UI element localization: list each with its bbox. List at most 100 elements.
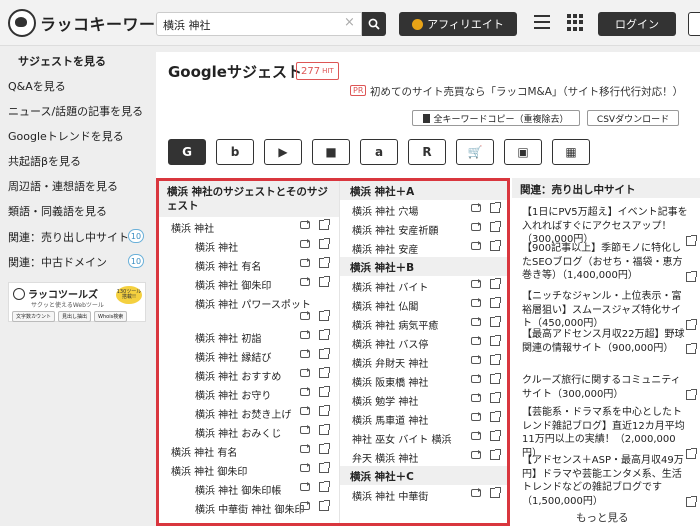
external-link-icon[interactable]: [686, 389, 697, 400]
external-link-icon[interactable]: [319, 386, 330, 398]
sidebar-item-associated[interactable]: 周辺語・連想語を見る: [8, 178, 118, 194]
related-site-link[interactable]: 【1日にPV5万超え】イベント記事を入れればすぐにアクセスアップ！（300,00…: [522, 206, 688, 247]
suggest-keyword[interactable]: 横浜 神社 バス停: [352, 336, 428, 351]
show-more-link[interactable]: もっと見る: [576, 510, 629, 525]
suggest-keyword[interactable]: 横浜 神社 バイト: [352, 279, 428, 294]
external-link-icon[interactable]: [686, 271, 697, 282]
suggest-keyword[interactable]: 横浜 神社 有名: [195, 258, 261, 273]
suggest-keyword[interactable]: 横浜 神社: [195, 239, 238, 254]
sidebar-item-trends[interactable]: Googleトレンドを見る: [8, 128, 124, 144]
sidebar-item-cooccurrence[interactable]: 共起語βを見る: [8, 153, 81, 169]
sidebar-item-qa[interactable]: Q&Aを見る: [8, 78, 66, 94]
external-link-icon[interactable]: [490, 392, 501, 403]
bing-engine-tab[interactable]: b: [216, 139, 254, 165]
suggest-keyword[interactable]: 横浜 神社 御朱印帳: [195, 482, 281, 497]
suggest-keyword[interactable]: 横浜 神社 有名: [171, 444, 237, 459]
amazon-engine-tab[interactable]: a: [360, 139, 398, 165]
resuggest-icon[interactable]: [300, 387, 310, 397]
resuggest-icon[interactable]: [300, 220, 310, 230]
suggest-keyword[interactable]: 横浜 神社 安産: [352, 241, 418, 256]
resuggest-icon[interactable]: [471, 431, 481, 440]
apps-grid-icon[interactable]: [567, 14, 584, 31]
suggest-keyword[interactable]: 横浜 神社 仏閣: [352, 298, 418, 313]
external-link-icon[interactable]: [319, 238, 330, 250]
external-link-icon[interactable]: [319, 348, 330, 360]
external-link-icon[interactable]: [686, 343, 697, 354]
external-link-icon[interactable]: [319, 443, 330, 455]
related-site-link[interactable]: 【ニッチなジャンル・上位表示・富裕層狙い】スムースジャズ特化サイト（450,00…: [522, 290, 688, 331]
external-link-icon[interactable]: [490, 335, 501, 346]
resuggest-icon[interactable]: [300, 444, 310, 454]
external-link-icon[interactable]: [319, 329, 330, 341]
external-link-icon[interactable]: [319, 424, 330, 436]
suggest-keyword[interactable]: 横浜 神社 おみくじ: [195, 425, 281, 440]
shopping-engine-tab[interactable]: 🛒: [456, 139, 494, 165]
resuggest-icon[interactable]: [300, 425, 310, 435]
video-engine-tab[interactable]: ■: [312, 139, 350, 165]
suggest-keyword[interactable]: 横浜 神社: [171, 220, 214, 235]
external-link-icon[interactable]: [319, 481, 330, 493]
resuggest-icon[interactable]: [471, 298, 481, 307]
external-link-icon[interactable]: [490, 354, 501, 365]
suggest-keyword[interactable]: 横浜 神社 パワースポット: [195, 296, 311, 311]
related-site-link[interactable]: クルーズ旅行に関するコミュニティサイト（300,000円）: [522, 374, 688, 401]
external-link-icon[interactable]: [319, 367, 330, 379]
resuggest-icon[interactable]: [300, 406, 310, 416]
suggest-keyword[interactable]: 横浜 神社 初詣: [195, 330, 261, 345]
clear-search-icon[interactable]: ×: [344, 15, 355, 30]
external-link-icon[interactable]: [490, 449, 501, 460]
csv-download-button[interactable]: CSVダウンロード: [587, 110, 679, 126]
resuggest-icon[interactable]: [300, 330, 310, 340]
copy-all-keywords-button[interactable]: 全キーワードコピー（重複除去）: [412, 110, 580, 126]
related-site-link[interactable]: 【最高アドセンス月収22万超】野球関連の情報サイト（900,000円）: [522, 328, 688, 355]
suggest-keyword[interactable]: 横浜 神社 病気平癒: [352, 317, 438, 332]
resuggest-icon[interactable]: [300, 311, 310, 321]
sidebar-item-suggest[interactable]: サジェストを見る: [18, 53, 106, 69]
external-link-icon[interactable]: [490, 373, 501, 384]
resuggest-icon[interactable]: [300, 501, 310, 511]
sidebar-item-sites-for-sale[interactable]: 関連：売り出し中サイト: [8, 229, 129, 245]
external-link-icon[interactable]: [490, 487, 501, 498]
suggest-keyword[interactable]: 横浜 神社 お守り: [195, 387, 271, 402]
suggest-keyword[interactable]: 横浜 神社 御朱印: [171, 463, 247, 478]
resuggest-icon[interactable]: [471, 412, 481, 421]
image-engine-tab[interactable]: ▣: [504, 139, 542, 165]
related-site-link[interactable]: 【900記事以上】季節モノに特化したSEOブログ（おせち・福袋・恵方巻き等）（1…: [522, 242, 688, 283]
external-link-icon[interactable]: [319, 500, 330, 512]
suggest-keyword[interactable]: 横浜 弁財天 神社: [352, 355, 428, 370]
affiliate-button[interactable]: アフィリエイト: [399, 12, 517, 36]
resuggest-icon[interactable]: [300, 368, 310, 378]
signup-button[interactable]: [688, 12, 700, 36]
resuggest-icon[interactable]: [471, 355, 481, 364]
external-link-icon[interactable]: [686, 496, 697, 507]
suggest-keyword[interactable]: 横浜 馬車道 神社: [352, 412, 428, 427]
google-engine-tab[interactable]: G: [168, 139, 206, 165]
suggest-keyword[interactable]: 横浜 神社 お焚き上げ: [195, 406, 291, 421]
sidebar-item-synonyms[interactable]: 類語・同義語を見る: [8, 203, 107, 219]
external-link-icon[interactable]: [490, 411, 501, 422]
resuggest-icon[interactable]: [300, 239, 310, 249]
suggest-keyword[interactable]: 横浜 神社 おすすめ: [195, 368, 281, 383]
search-input[interactable]: 横浜 神社: [156, 12, 362, 36]
suggest-keyword[interactable]: 横浜 神社 縁結び: [195, 349, 271, 364]
suggest-keyword[interactable]: 横浜 神社 穴場: [352, 203, 418, 218]
suggest-keyword[interactable]: 横浜 勉学 神社: [352, 393, 418, 408]
external-link-icon[interactable]: [490, 297, 501, 308]
external-link-icon[interactable]: [319, 276, 330, 288]
suggest-keyword[interactable]: 神社 巫女 バイト 横浜: [352, 431, 452, 446]
external-link-icon[interactable]: [490, 221, 501, 232]
resuggest-icon[interactable]: [471, 450, 481, 459]
external-link-icon[interactable]: [319, 462, 330, 474]
related-site-link[interactable]: 【芸能系・ドラマ系を中心としたトレンド雑記ブログ】直近12カ月平均11万円以上の…: [522, 406, 688, 460]
resuggest-icon[interactable]: [471, 393, 481, 402]
external-link-icon[interactable]: [490, 316, 501, 327]
suggest-keyword[interactable]: 弁天 横浜 神社: [352, 450, 418, 465]
external-link-icon[interactable]: [319, 257, 330, 269]
resuggest-icon[interactable]: [471, 279, 481, 288]
suggest-keyword[interactable]: 横浜 神社 安産祈願: [352, 222, 438, 237]
sidebar-item-news[interactable]: ニュース/話題の記事を見る: [8, 103, 143, 119]
resuggest-icon[interactable]: [471, 241, 481, 250]
resuggest-icon[interactable]: [471, 488, 481, 497]
hamburger-menu-icon[interactable]: [534, 15, 550, 29]
external-link-icon[interactable]: [490, 240, 501, 251]
